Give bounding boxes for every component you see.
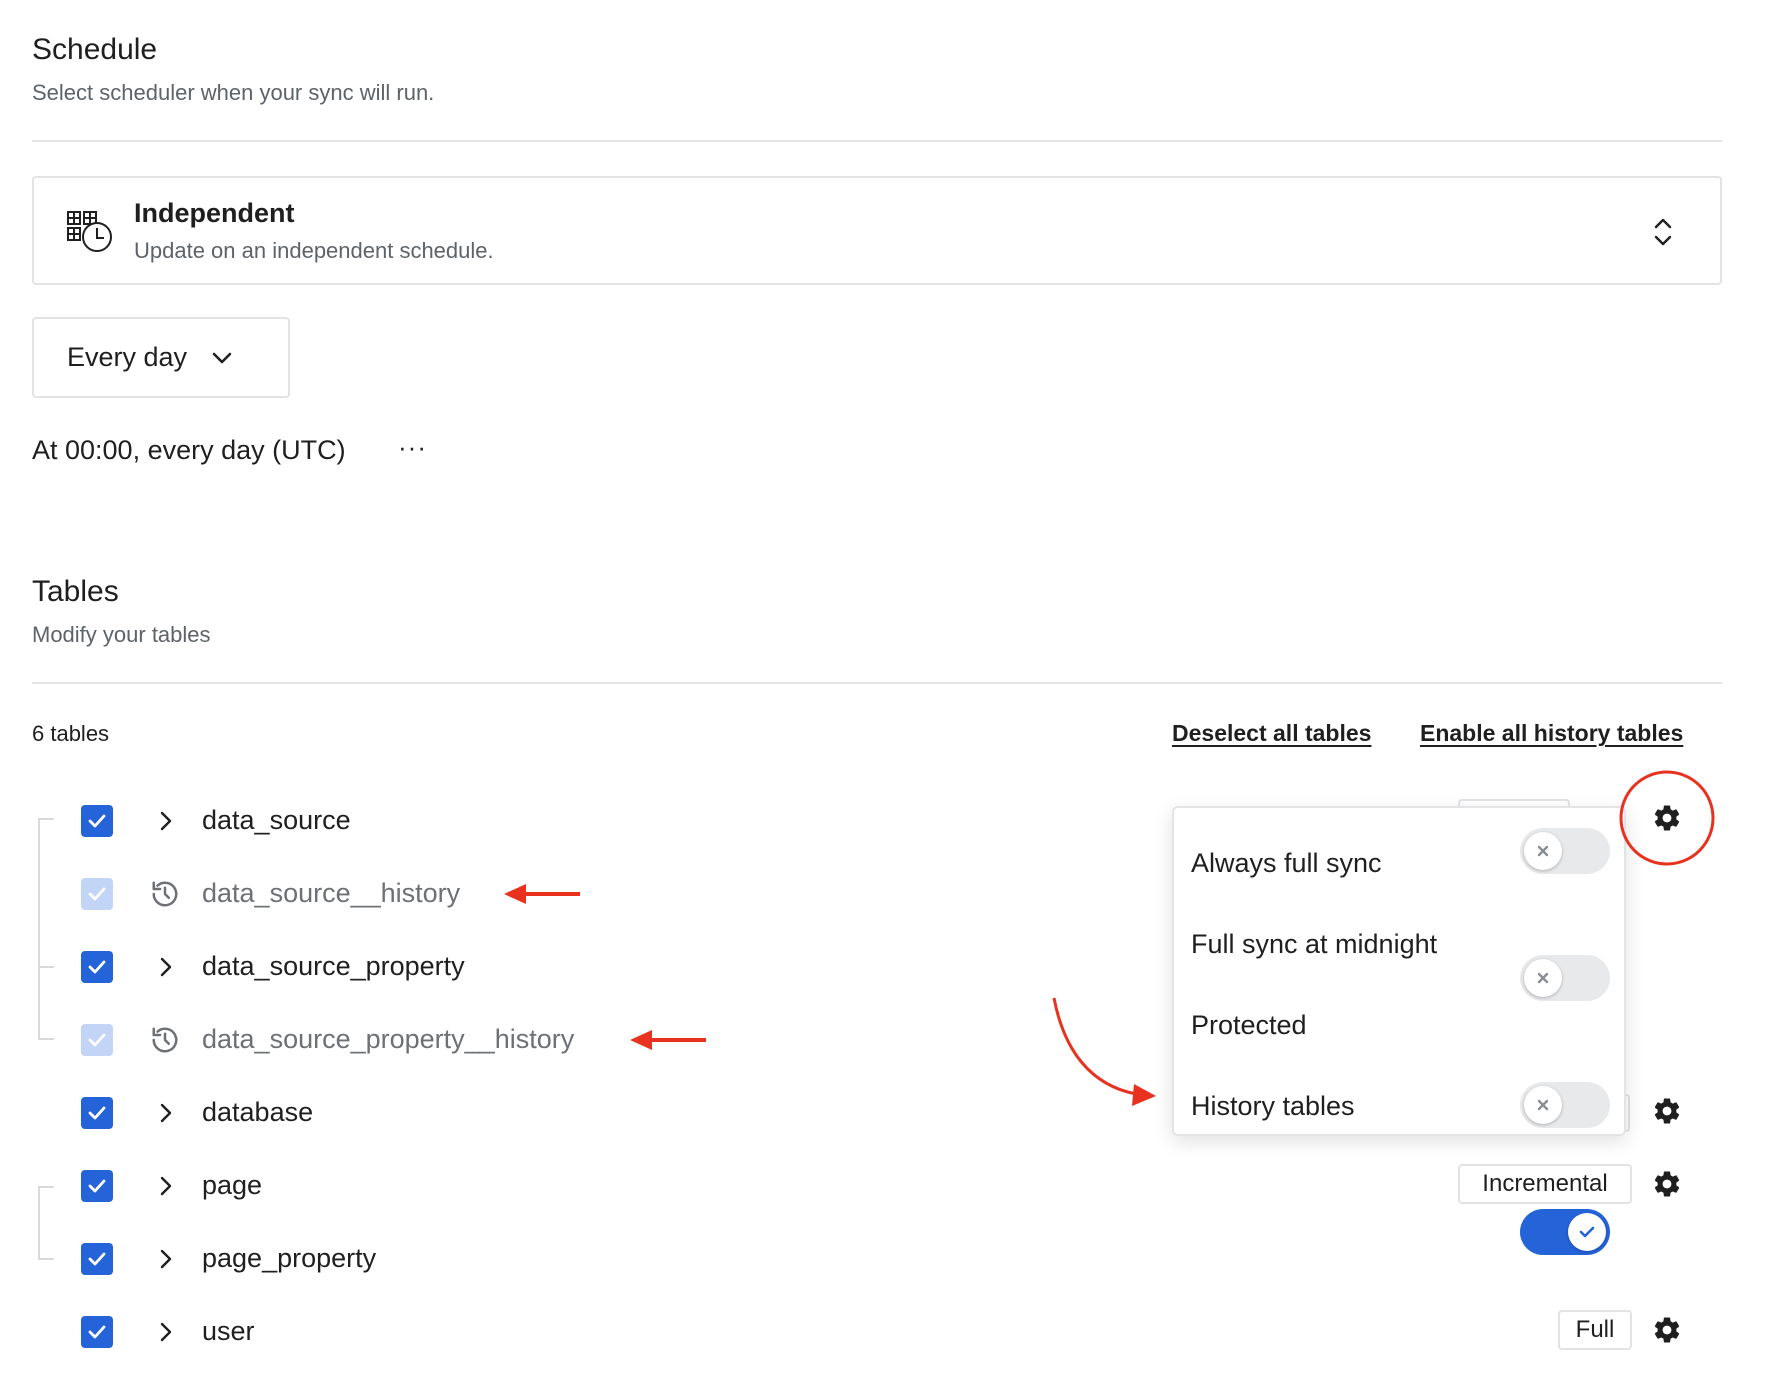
table-checkbox[interactable]	[81, 878, 113, 910]
schedule-divider	[32, 140, 1722, 142]
table-row: page_property	[0, 1236, 1766, 1282]
protected-toggle[interactable]	[1520, 1082, 1610, 1128]
chevron-right-icon[interactable]	[155, 956, 177, 978]
option-label: Always full sync	[1191, 848, 1382, 878]
deselect-all-link[interactable]: Deselect all tables	[1172, 720, 1371, 747]
scheduler-subtitle: Update on an independent schedule.	[134, 238, 494, 263]
history-icon	[150, 879, 180, 914]
schedule-title: Schedule	[32, 33, 158, 66]
table-name: page	[202, 1170, 263, 1200]
table-checkbox[interactable]	[81, 805, 113, 837]
gear-icon[interactable]	[1650, 1167, 1684, 1201]
table-name: page_property	[202, 1243, 377, 1273]
table-checkbox[interactable]	[81, 1316, 113, 1348]
gear-icon[interactable]	[1650, 1094, 1684, 1128]
gear-icon[interactable]	[1650, 1313, 1684, 1347]
table-name: database	[202, 1097, 314, 1127]
sync-mode-badge[interactable]: Full	[1558, 1310, 1632, 1350]
chevron-right-icon[interactable]	[155, 1175, 177, 1197]
scheduler-select[interactable]: Independent Update on an independent sch…	[32, 176, 1722, 285]
table-name: data_source__history	[202, 878, 461, 908]
table-checkbox[interactable]	[81, 1170, 113, 1202]
gear-icon[interactable]	[1650, 801, 1684, 835]
more-options-button[interactable]: ···	[398, 432, 427, 463]
option-label: Protected	[1191, 1010, 1307, 1040]
chevron-down-icon	[211, 351, 233, 365]
up-down-chevron-icon	[1652, 216, 1674, 253]
table-name: data_source	[202, 805, 351, 835]
table-checkbox[interactable]	[81, 1097, 113, 1129]
table-checkbox[interactable]	[81, 951, 113, 983]
chevron-right-icon[interactable]	[155, 1248, 177, 1270]
table-settings-popover: Always full sync Full sync at midnight P…	[1172, 806, 1626, 1255]
frequency-dropdown[interactable]: Every day	[32, 317, 290, 398]
table-count: 6 tables	[32, 721, 110, 746]
table-checkbox[interactable]	[81, 1024, 113, 1056]
chevron-right-icon[interactable]	[155, 1102, 177, 1124]
table-name: user	[202, 1316, 255, 1346]
cron-description: At 00:00, every day (UTC)	[32, 435, 346, 465]
toggle-knob	[1524, 1086, 1562, 1124]
scheduler-title: Independent	[134, 198, 295, 228]
grid-clock-icon	[66, 206, 116, 261]
toggle-knob	[1568, 1213, 1606, 1251]
full-sync-midnight-toggle[interactable]	[1520, 955, 1610, 1001]
table-name: data_source_property	[202, 951, 465, 981]
frequency-label: Every day	[67, 342, 188, 372]
chevron-right-icon[interactable]	[155, 1321, 177, 1343]
history-icon	[150, 1025, 180, 1060]
table-name: data_source_property__history	[202, 1024, 575, 1054]
tree-line	[38, 818, 40, 1040]
toggle-knob	[1524, 832, 1562, 870]
toggle-knob	[1524, 959, 1562, 997]
option-label: Full sync at midnight	[1191, 929, 1438, 959]
sync-mode-badge[interactable]: Incremental	[1458, 1164, 1632, 1204]
enable-history-link[interactable]: Enable all history tables	[1420, 720, 1683, 747]
schedule-subtitle: Select scheduler when your sync will run…	[32, 80, 435, 105]
tables-title: Tables	[32, 575, 119, 608]
table-checkbox[interactable]	[81, 1243, 113, 1275]
chevron-right-icon[interactable]	[155, 810, 177, 832]
always-full-sync-toggle[interactable]	[1520, 828, 1610, 874]
option-label: History tables	[1191, 1091, 1355, 1121]
table-row: user	[0, 1309, 1766, 1355]
history-tables-toggle[interactable]	[1520, 1209, 1610, 1255]
tables-divider	[32, 682, 1722, 684]
tables-subtitle: Modify your tables	[32, 622, 211, 647]
